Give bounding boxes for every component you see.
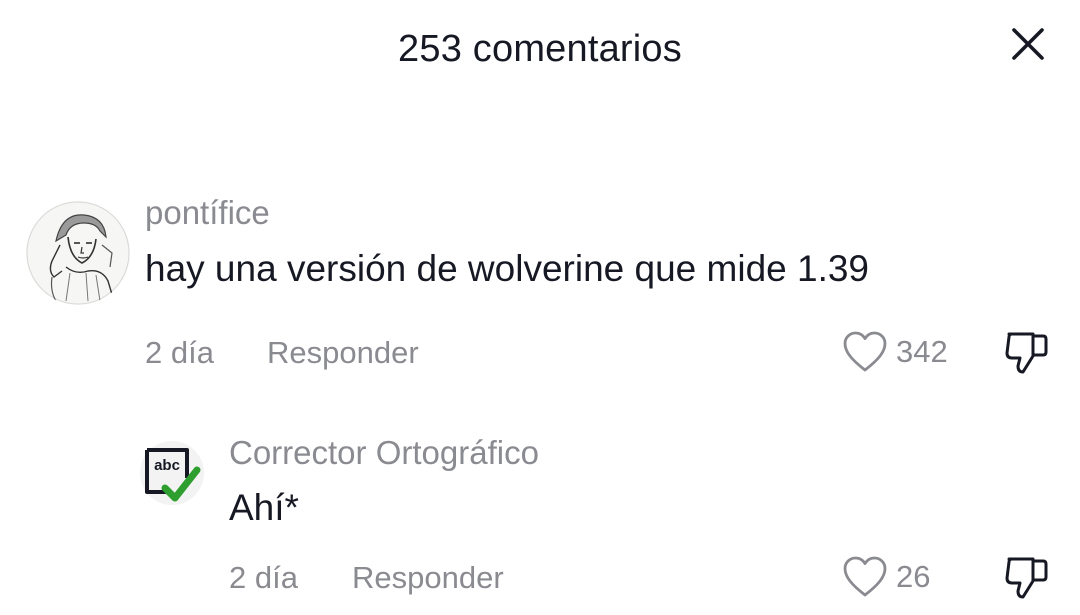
comment-username[interactable]: Corrector Ortográfico (229, 433, 539, 473)
like-button[interactable]: 342 (842, 330, 948, 374)
abc-checkmark-avatar: abc (140, 441, 204, 505)
like-button[interactable]: 26 (842, 555, 930, 599)
like-count: 26 (896, 559, 931, 594)
sketch-portrait-avatar (26, 201, 130, 305)
like-count: 342 (896, 334, 948, 369)
comment-text: Ahí* (229, 487, 299, 528)
comment-text: hay una versión de wolverine que mide 1.… (145, 248, 870, 289)
heart-icon (843, 556, 887, 597)
reply-button[interactable]: Responder (352, 558, 504, 598)
comment-username[interactable]: pontífice (145, 193, 270, 233)
comment-date: 2 día (145, 335, 214, 370)
heart-icon (843, 331, 887, 372)
thumbs-down-icon (1005, 332, 1048, 374)
dislike-button[interactable] (1000, 551, 1052, 603)
reply-button[interactable]: Responder (267, 333, 419, 373)
close-button[interactable] (1006, 22, 1050, 66)
comment-date: 2 día (229, 560, 298, 595)
dislike-button[interactable] (1000, 326, 1052, 378)
comments-sheet: 253 comentarios pontífice hay una versió… (0, 0, 1080, 615)
avatar-abc-text: abc (154, 457, 180, 474)
avatar[interactable]: abc (139, 440, 205, 506)
close-icon (1012, 28, 1044, 60)
thumbs-down-icon (1005, 557, 1048, 599)
comments-count-title: 253 comentarios (398, 28, 682, 70)
avatar[interactable] (26, 201, 130, 305)
